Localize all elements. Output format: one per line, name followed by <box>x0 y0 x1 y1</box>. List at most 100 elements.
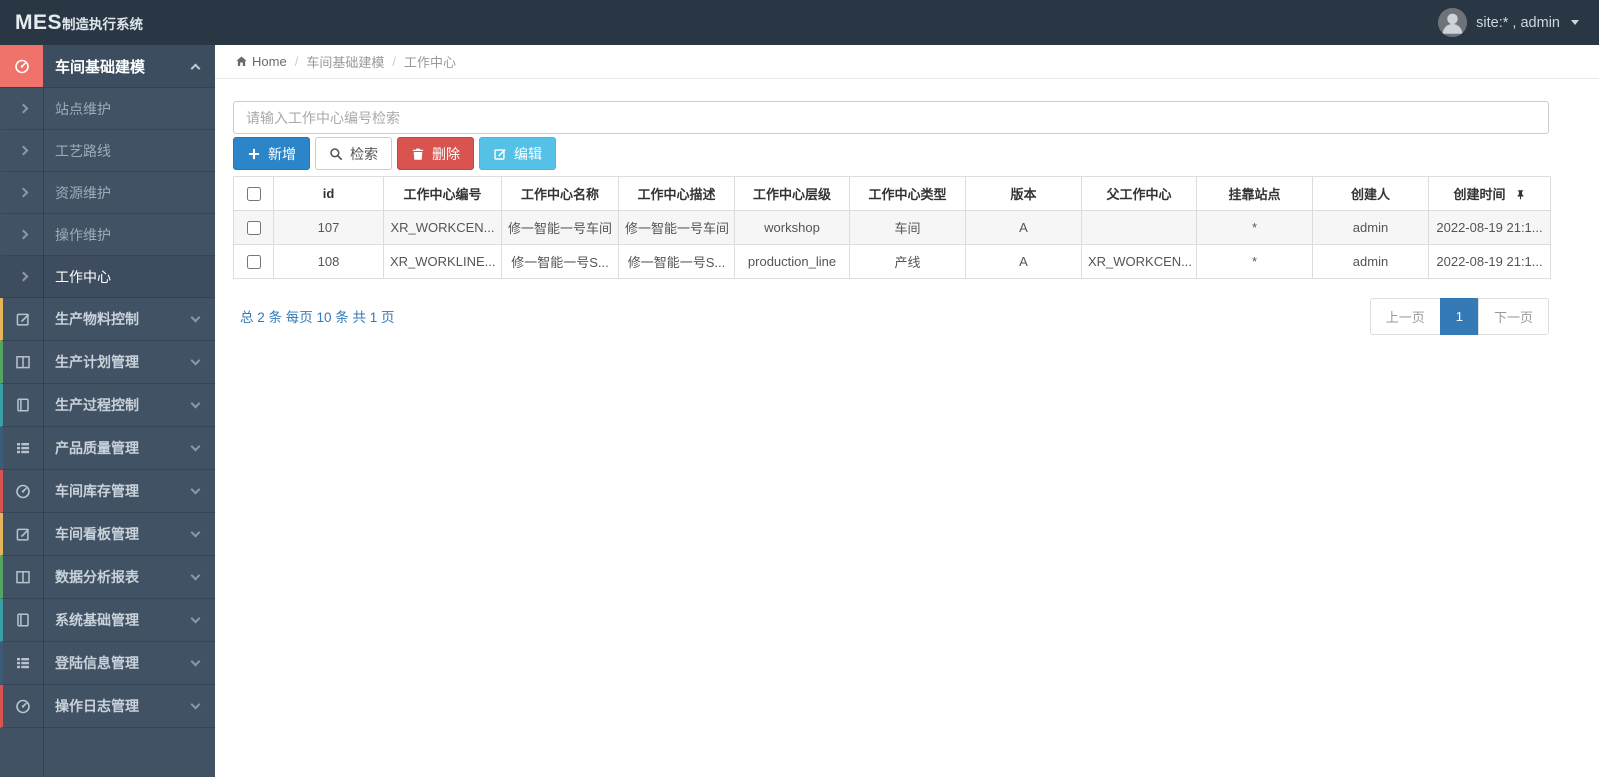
chevron-down-icon <box>190 355 201 366</box>
edit-button[interactable]: 编辑 <box>479 137 556 170</box>
sidebar-item[interactable]: 数据分析报表 <box>0 556 215 599</box>
pin-icon <box>1517 190 1523 200</box>
sidebar-item[interactable]: 产品质量管理 <box>0 427 215 470</box>
table-cell: * <box>1196 210 1313 245</box>
search-button[interactable]: 检索 <box>315 137 392 170</box>
column-header: 工作中心编号 <box>383 176 502 211</box>
table-cell: A <box>965 244 1082 279</box>
chevron-down-icon <box>190 527 201 538</box>
gauge-icon <box>3 483 43 499</box>
row-checkbox[interactable] <box>246 255 261 270</box>
table-row[interactable]: 107 XR_WORKCEN... 修一智能一号车间 修一智能一号车间 workshop… <box>233 210 1551 245</box>
chevron-down-icon <box>190 699 201 710</box>
sidebar-item-label: 操作日志管理 <box>55 698 139 714</box>
breadcrumb-item[interactable]: 车间基础建模 <box>306 52 384 71</box>
sidebar-subitem-label: 工艺路线 <box>55 142 111 159</box>
add-button[interactable]: 新增 <box>233 137 310 170</box>
chevron-down-icon <box>190 441 201 452</box>
user-menu[interactable]: site:* , admin <box>1438 8 1599 37</box>
prev-page-button[interactable]: 上一页 <box>1369 298 1441 335</box>
table-cell: production_line <box>734 244 850 279</box>
table-cell: 2022-08-19 21:1... <box>1428 210 1551 245</box>
sidebar-subitem[interactable]: 操作维护 <box>0 214 215 256</box>
sidebar-subitem[interactable]: 工作中心 <box>0 256 215 298</box>
table-row[interactable]: 108 XR_WORKLINE... 修一智能一号S... 修一智能一号S... pro… <box>233 244 1551 279</box>
sidebar-item[interactable]: 操作日志管理 <box>0 685 215 728</box>
sidebar-item[interactable]: 生产物料控制 <box>0 298 215 341</box>
table-cell: A <box>965 210 1082 245</box>
sidebar-subitem[interactable]: 资源维护 <box>0 172 215 214</box>
sidebar-item-label: 生产计划管理 <box>55 354 139 370</box>
sidebar-submenu: 站点维护工艺路线资源维护操作维护工作中心 <box>0 88 215 298</box>
table-cell: 车间 <box>849 210 966 245</box>
chevron-down-icon <box>190 613 201 624</box>
sidebar-item-label: 生产过程控制 <box>55 397 139 413</box>
delete-button[interactable]: 删除 <box>397 137 474 170</box>
search-input[interactable] <box>233 101 1549 134</box>
sidebar-item-label: 产品质量管理 <box>55 440 139 456</box>
sidebar-item[interactable]: 车间库存管理 <box>0 470 215 513</box>
sidebar: 车间基础建模 站点维护工艺路线资源维护操作维护工作中心 生产物料控制 生产计划管理… <box>0 45 215 777</box>
sidebar-item-label: 生产物料控制 <box>55 311 139 327</box>
table-cell: 修一智能一号车间 <box>618 210 735 245</box>
column-header: 创建时间 <box>1428 176 1551 211</box>
topbar: MES 制造执行系统 site:* , admin <box>0 0 1599 45</box>
edit-icon <box>3 311 43 327</box>
columns-icon <box>3 354 43 370</box>
chevron-up-icon <box>190 63 201 73</box>
table-cell: XR_WORKCEN... <box>383 210 502 245</box>
sidebar-item-label: 登陆信息管理 <box>55 655 139 671</box>
table-cell: 108 <box>273 244 384 279</box>
column-header: 创建人 <box>1312 176 1429 211</box>
sidebar-subitem[interactable]: 站点维护 <box>0 88 215 130</box>
trash-icon <box>412 148 424 160</box>
chevron-down-icon <box>190 398 201 409</box>
chevron-right-icon <box>3 187 43 198</box>
sidebar-item[interactable]: 生产过程控制 <box>0 384 215 427</box>
table-cell: 2022-08-19 21:1... <box>1428 244 1551 279</box>
page-1-button[interactable]: 1 <box>1439 298 1479 335</box>
sidebar-mainmenu: 生产物料控制 生产计划管理 生产过程控制 产品质量管理车间库存管理车间看板管理 数据分析… <box>0 298 215 728</box>
table-cell: XR_WORKLINE... <box>383 244 502 279</box>
column-header: 父工作中心 <box>1081 176 1197 211</box>
workcenter-table: id 工作中心编号 工作中心名称 工作中心描述 工作中心层级 工作中心类型 版本 父工作中心挂… <box>233 176 1551 279</box>
list-icon <box>3 655 43 671</box>
sidebar-item-label: 数据分析报表 <box>55 569 139 585</box>
next-page-button[interactable]: 下一页 <box>1477 298 1549 335</box>
sidebar-item[interactable]: 生产计划管理 <box>0 341 215 384</box>
sidebar-item-label: 车间看板管理 <box>55 526 139 542</box>
sidebar-item[interactable]: 车间看板管理 <box>0 513 215 556</box>
select-all-checkbox[interactable] <box>246 187 261 202</box>
sidebar-item-label: 系统基础管理 <box>55 612 139 628</box>
sidebar-item-workshop-modeling[interactable]: 车间基础建模 <box>0 45 215 88</box>
book-icon <box>3 397 43 413</box>
table-cell: admin <box>1312 210 1429 245</box>
search-icon <box>330 147 343 160</box>
sidebar-subitem-label: 工作中心 <box>55 268 111 285</box>
column-header: 工作中心描述 <box>618 176 735 211</box>
user-avatar <box>1438 8 1468 37</box>
chevron-right-icon <box>3 103 43 114</box>
chevron-right-icon <box>3 271 43 282</box>
plus-icon <box>248 148 260 159</box>
sidebar-item[interactable]: 系统基础管理 <box>0 599 215 642</box>
breadcrumb: Home / 车间基础建模 / 工作中心 <box>215 45 1599 79</box>
breadcrumb-separator: / <box>294 54 299 69</box>
column-header: 工作中心类型 <box>849 176 966 211</box>
row-checkbox-cell <box>233 244 274 279</box>
edit-icon <box>3 526 43 542</box>
pager-group: 上一页 1 下一页 <box>1369 298 1549 335</box>
chevron-down-icon <box>190 656 201 667</box>
row-checkbox[interactable] <box>246 221 261 236</box>
sidebar-item[interactable]: 登陆信息管理 <box>0 642 215 685</box>
pagination: 总 2 条 每页 10 条 共 1 页 上一页 1 下一页 <box>233 298 1549 335</box>
column-header: 挂靠站点 <box>1196 176 1313 211</box>
chevron-down-icon <box>190 570 201 581</box>
table-cell: 107 <box>273 210 384 245</box>
column-header: 版本 <box>965 176 1082 211</box>
brand-secondary: 制造执行系统 <box>62 16 144 32</box>
sidebar-subitem-label: 资源维护 <box>55 184 111 201</box>
gauge-icon <box>0 45 43 87</box>
sidebar-subitem[interactable]: 工艺路线 <box>0 130 215 172</box>
breadcrumb-home[interactable]: Home <box>235 54 287 69</box>
